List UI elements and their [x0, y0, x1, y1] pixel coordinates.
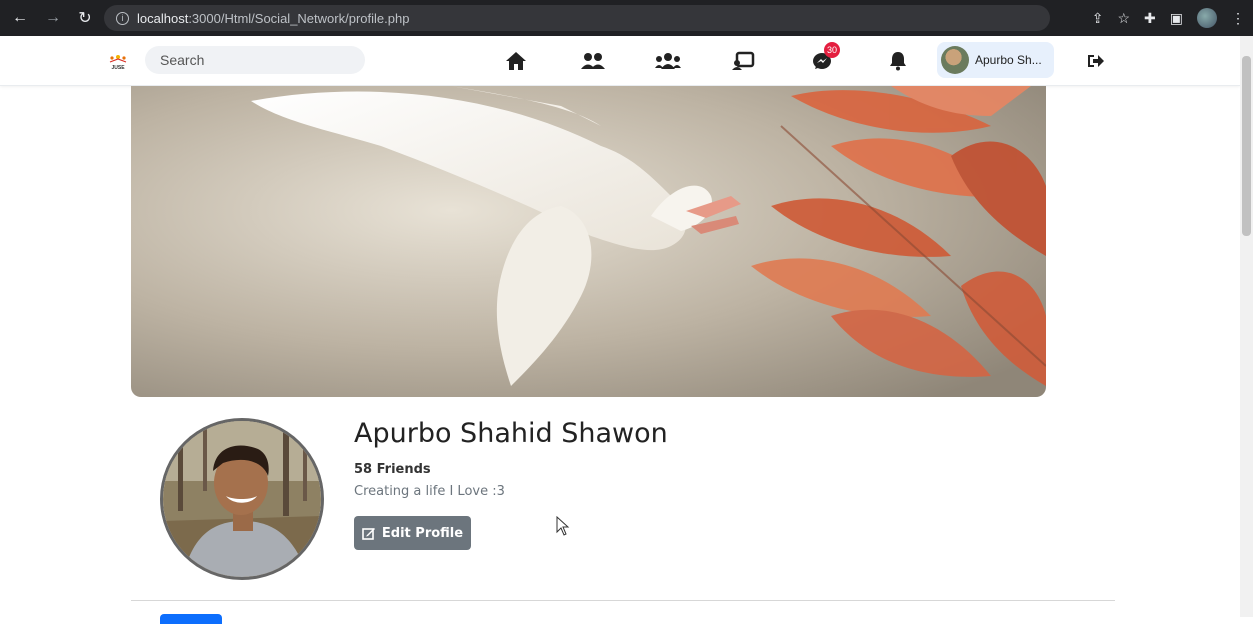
- browser-profile-avatar[interactable]: [1197, 8, 1217, 28]
- extensions-icon[interactable]: ✚: [1144, 10, 1156, 27]
- cover-photo: [131, 86, 1046, 397]
- share-icon[interactable]: ⇪: [1092, 10, 1104, 27]
- edit-icon: [362, 528, 375, 540]
- watch-icon[interactable]: [730, 50, 756, 72]
- user-profile-chip[interactable]: Apurbo Sh...: [937, 42, 1054, 78]
- groups-icon[interactable]: [655, 50, 681, 72]
- browser-actions: ⇪ ☆ ✚ ▣ ⋮: [1092, 8, 1245, 28]
- url-host: localhost: [137, 10, 189, 26]
- menu-kebab-icon[interactable]: ⋮: [1231, 10, 1245, 27]
- forward-icon[interactable]: →: [42, 7, 64, 29]
- user-short-name: Apurbo Sh...: [975, 53, 1042, 67]
- svg-text:JUSE: JUSE: [111, 65, 125, 71]
- section-divider: [131, 600, 1115, 601]
- friends-count[interactable]: 58 Friends: [354, 462, 431, 477]
- browser-toolbar: ← → ↻ i localhost :3000/Html/Social_Netw…: [0, 0, 1253, 36]
- home-icon[interactable]: [503, 50, 529, 72]
- mouse-cursor-icon: [556, 516, 570, 536]
- page-scrollbar[interactable]: [1240, 36, 1253, 617]
- messenger-icon[interactable]: 30: [810, 42, 841, 72]
- search-placeholder: Search: [160, 52, 205, 68]
- reload-icon[interactable]: ↻: [74, 7, 96, 29]
- scrollbar-thumb[interactable]: [1242, 56, 1251, 236]
- top-navbar: JUSE Search 30 Apurbo Sh...: [0, 36, 1240, 86]
- profile-tab-active[interactable]: [160, 614, 222, 624]
- address-bar[interactable]: i localhost :3000/Html/Social_Network/pr…: [104, 5, 1050, 31]
- bookmark-star-icon[interactable]: ☆: [1117, 10, 1130, 27]
- app-logo[interactable]: JUSE: [107, 50, 129, 72]
- logout-icon[interactable]: [1083, 50, 1109, 72]
- profile-bio: Creating a life I Love :3: [354, 484, 505, 499]
- notifications-bell-icon[interactable]: [885, 50, 911, 72]
- url-path: :3000/Html/Social_Network/profile.php: [188, 10, 410, 26]
- profile-name: Apurbo Shahid Shawon: [354, 418, 668, 449]
- avatar: [941, 46, 969, 74]
- edit-profile-button[interactable]: Edit Profile: [354, 516, 471, 550]
- back-icon[interactable]: ←: [9, 7, 31, 29]
- info-icon[interactable]: i: [116, 11, 129, 25]
- edit-profile-label: Edit Profile: [381, 525, 464, 541]
- friends-icon[interactable]: [580, 50, 606, 72]
- tab-layout-icon[interactable]: ▣: [1170, 10, 1183, 27]
- search-input[interactable]: Search: [145, 46, 365, 74]
- messenger-badge: 30: [824, 42, 841, 58]
- profile-avatar[interactable]: [160, 418, 324, 580]
